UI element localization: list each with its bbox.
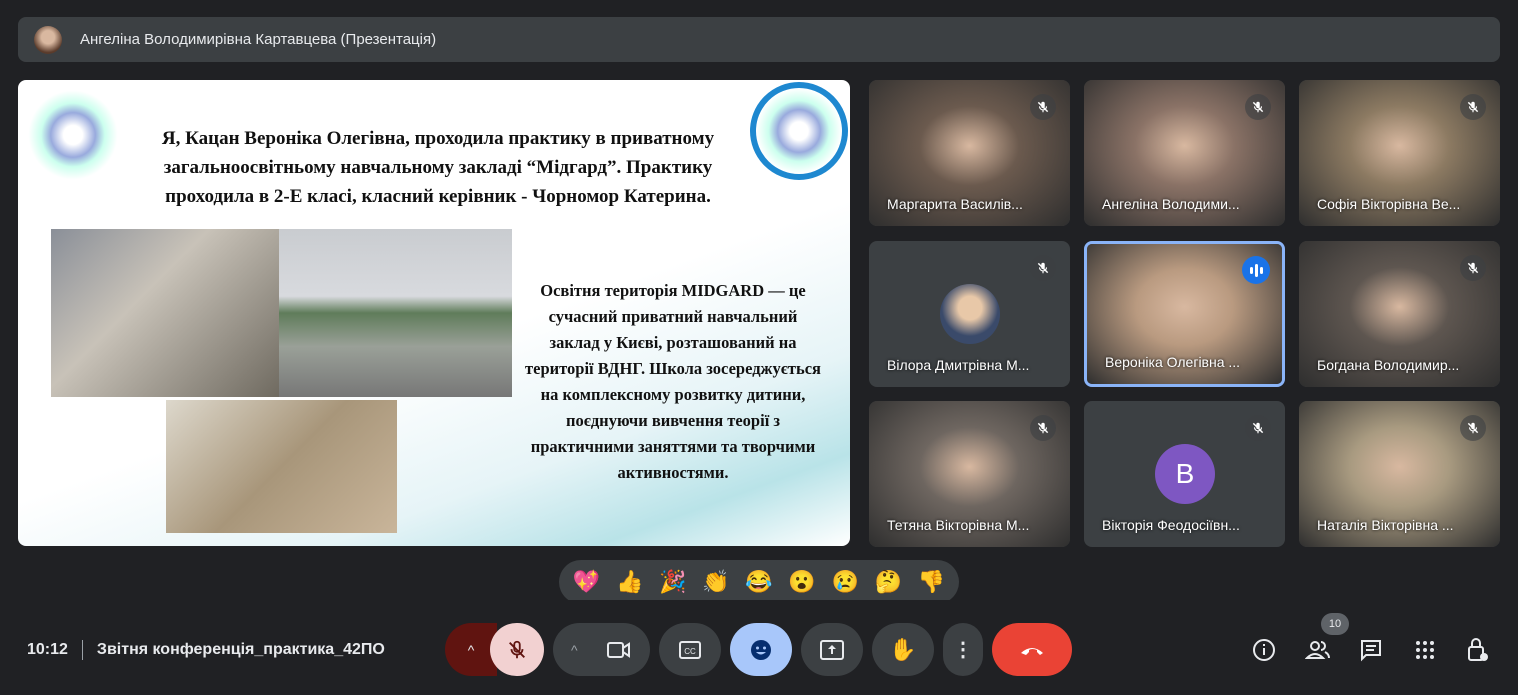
end-call-icon <box>1021 647 1043 655</box>
reaction-button[interactable]: 🎉 <box>659 569 686 595</box>
mic-off-icon <box>1030 94 1056 120</box>
closed-captions-icon: CC <box>679 640 701 659</box>
mic-off-icon <box>1460 94 1486 120</box>
mic-off-icon <box>1030 415 1056 441</box>
photo-playground <box>166 400 397 533</box>
photo-group-children <box>51 229 279 397</box>
meeting-details-button[interactable] <box>1246 632 1282 668</box>
presentation-slide: Я, Кацан Вероніка Олегівна, проходила пр… <box>18 80 850 546</box>
people-icon <box>1305 641 1330 659</box>
mic-off-icon <box>509 640 525 658</box>
meeting-title: Звітня конференція_практика_42ПО <box>96 641 385 658</box>
participant-tile[interactable]: Богдана Володимир... <box>1299 241 1500 387</box>
participant-name: Ангеліна Володими... <box>1102 196 1240 212</box>
lock-person-icon <box>1468 638 1488 661</box>
hand-icon: ✋ <box>889 636 917 662</box>
participant-avatar: В <box>1155 444 1215 504</box>
emoji-icon <box>751 639 771 660</box>
participant-tile[interactable]: Маргарита Василів... <box>869 80 1070 226</box>
participant-avatar <box>940 284 1000 344</box>
participant-tile[interactable]: Наталія Вікторівна ... <box>1299 401 1500 547</box>
info-icon <box>1253 639 1275 661</box>
mic-off-icon <box>1245 94 1271 120</box>
audio-level-icon <box>1242 256 1270 284</box>
mic-off-icon <box>1245 415 1271 441</box>
participant-tile[interactable]: Вілора Дмитрівна М... <box>869 241 1070 387</box>
reaction-button[interactable]: 🤔 <box>875 569 902 595</box>
slide-intro-text: Я, Кацан Вероніка Олегівна, проходила пр… <box>161 128 715 207</box>
participant-tile[interactable]: Софія Вікторівна Ве... <box>1299 80 1500 226</box>
participant-tile[interactable]: Тетяна Вікторівна М... <box>869 401 1070 547</box>
reaction-button[interactable]: 😮 <box>788 569 815 595</box>
reaction-button[interactable]: 💖 <box>573 569 600 595</box>
college-logo <box>750 82 848 180</box>
participant-name: Вілора Дмитрівна М... <box>887 357 1030 373</box>
participant-name: Вікторія Феодосіївн... <box>1102 517 1240 533</box>
present-icon <box>820 639 844 660</box>
chevron-up-icon: ^ <box>467 641 475 658</box>
university-logo <box>28 90 118 180</box>
more-vert-icon: ⋮ <box>953 639 973 661</box>
chevron-up-icon: ^ <box>571 641 578 658</box>
presenter-label: Ангеліна Володимирівна Картавцева (Презе… <box>80 31 437 48</box>
participant-tile[interactable]: Вероніка Олегівна ... <box>1084 241 1285 387</box>
reaction-button[interactable]: 😢 <box>832 569 859 595</box>
microphone-off-button[interactable] <box>490 623 544 676</box>
svg-text:CC: CC <box>684 647 696 656</box>
participant-tile[interactable]: В Вікторія Феодосіївн... <box>1084 401 1285 547</box>
slide-description: Освітня територія MIDGARD — це сучасний … <box>525 281 821 482</box>
leave-call-button[interactable] <box>992 623 1072 676</box>
camera-button[interactable]: ^ <box>553 623 650 676</box>
present-screen-button[interactable] <box>801 623 863 676</box>
reaction-button[interactable]: 👏 <box>702 569 729 595</box>
photo-school-building <box>279 229 512 397</box>
reaction-button[interactable]: 👍 <box>616 569 643 595</box>
chat-button[interactable] <box>1353 632 1389 668</box>
reactions-bar: 💖 👍 🎉 👏 😂 😮 😢 🤔 👎 <box>559 560 959 604</box>
meeting-time: 10:12 <box>27 641 68 658</box>
captions-button[interactable]: CC <box>659 623 721 676</box>
participant-tile[interactable]: Ангеліна Володими... <box>1084 80 1285 226</box>
host-controls-button[interactable] <box>1460 632 1496 668</box>
meeting-info: 10:12 Звітня конференція_практика_42ПО <box>27 640 385 660</box>
mic-off-icon <box>1460 255 1486 281</box>
participant-name: Маргарита Василів... <box>887 196 1023 212</box>
chat-icon <box>1361 640 1381 662</box>
more-options-button[interactable]: ⋮ <box>943 623 983 676</box>
reaction-button[interactable]: 😂 <box>745 569 772 595</box>
participant-name: Наталія Вікторівна ... <box>1317 517 1454 533</box>
raise-hand-button[interactable]: ✋ <box>872 623 934 676</box>
apps-grid-icon <box>1416 641 1434 659</box>
presenter-avatar <box>34 25 62 54</box>
activities-button[interactable] <box>1407 632 1443 668</box>
presenter-bar: Ангеліна Володимирівна Картавцева (Презе… <box>18 17 1500 62</box>
mic-off-icon <box>1460 415 1486 441</box>
mic-off-icon <box>1030 255 1056 281</box>
participant-name: Богдана Володимир... <box>1317 357 1460 373</box>
divider <box>81 640 83 660</box>
participant-name: Тетяна Вікторівна М... <box>887 517 1030 533</box>
people-button[interactable] <box>1300 632 1336 668</box>
participant-name: Вероніка Олегівна ... <box>1105 354 1241 370</box>
camera-icon <box>606 641 630 658</box>
reactions-button[interactable] <box>730 623 792 676</box>
participant-name: Софія Вікторівна Ве... <box>1317 196 1461 212</box>
reaction-button[interactable]: 👎 <box>918 569 945 595</box>
